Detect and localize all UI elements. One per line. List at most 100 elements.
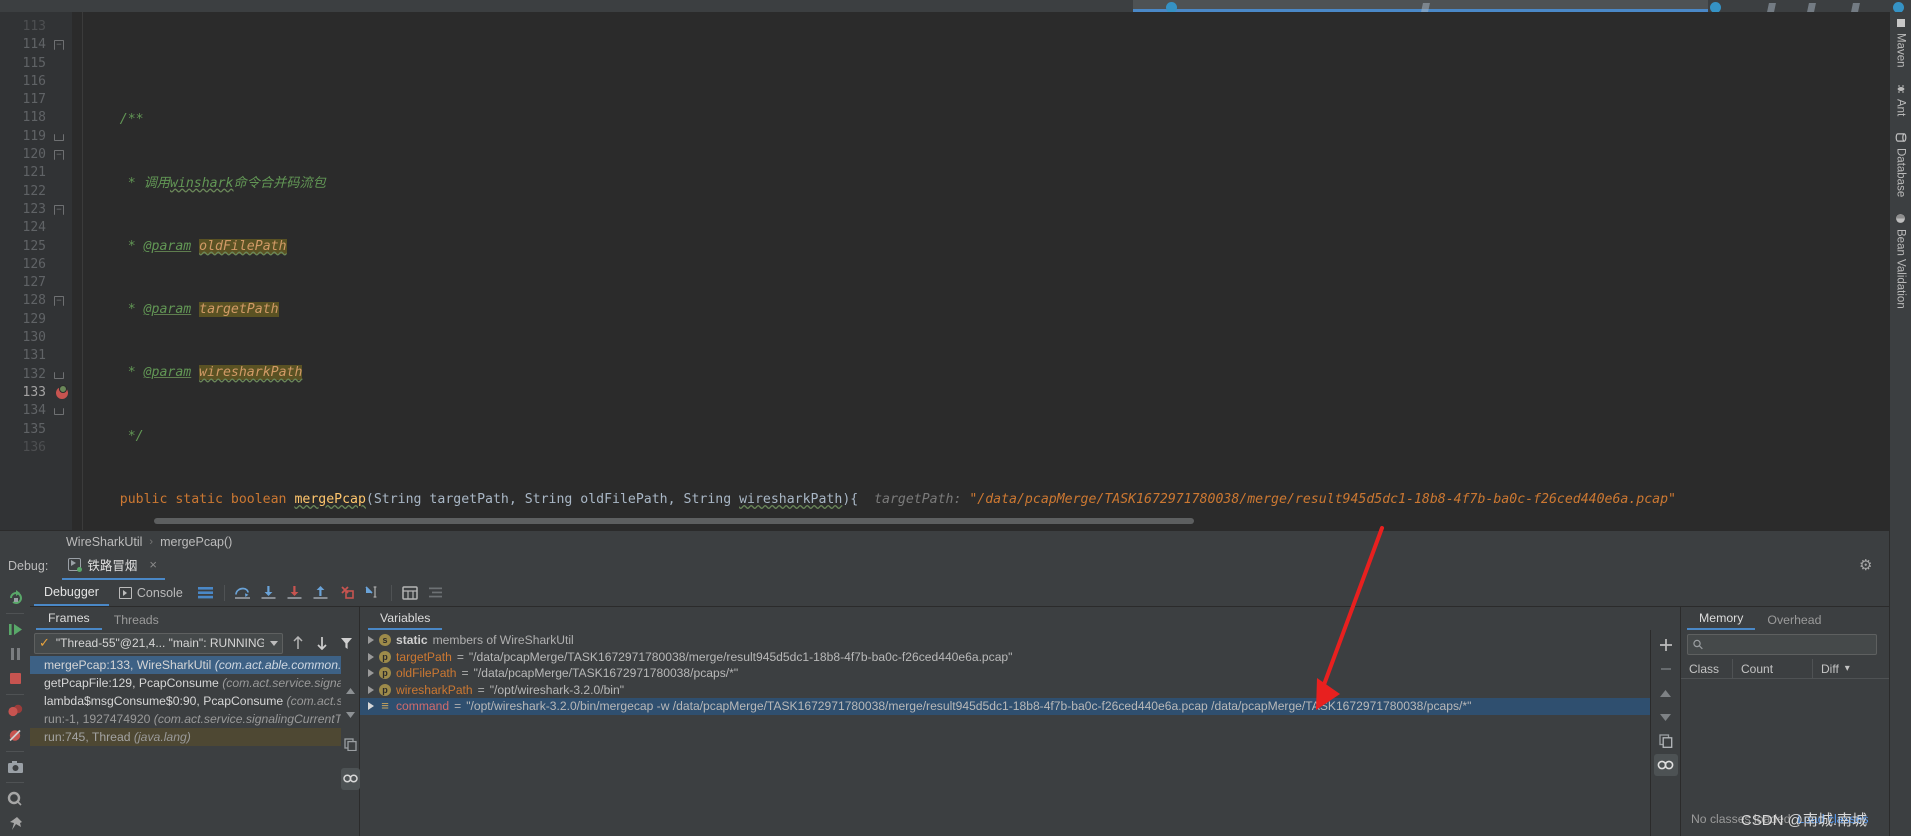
tab-memory[interactable]: Memory [1687, 609, 1756, 630]
frame-row[interactable]: lambda$msgConsume$0:90, PcapConsume (com… [30, 692, 341, 710]
debugger-toolbar[interactable]: Debugger Console [30, 579, 1911, 607]
fold-marker-icon[interactable]: − [54, 40, 64, 51]
breadcrumb-method[interactable]: mergePcap() [160, 535, 232, 549]
expand-triangle-icon[interactable] [368, 636, 374, 645]
expand-triangle-icon[interactable] [368, 669, 374, 678]
fold-marker-icon[interactable] [54, 371, 64, 379]
settings-icon[interactable] [0, 786, 30, 811]
watches-icon[interactable] [1653, 754, 1678, 776]
line-number: 114− [0, 36, 72, 54]
view-breakpoints-icon[interactable] [0, 698, 30, 723]
rerun-icon[interactable] [0, 585, 30, 610]
drop-frame-icon[interactable] [334, 580, 360, 606]
run-to-cursor-icon[interactable] [360, 580, 386, 606]
code-line: /** [88, 112, 144, 128]
code-content[interactable]: /** * 调用winshark命令合并码流包 * @param oldFile… [72, 12, 1911, 530]
memory-pane: Memory Overhead Class Count Diff ▾ No cl… [1680, 607, 1911, 836]
tab-overhead[interactable]: Overhead [1755, 611, 1833, 630]
scroll-down-icon[interactable] [345, 706, 356, 724]
toolwindow-bean-validation[interactable]: Bean Validation [1895, 211, 1907, 311]
tab-variables[interactable]: Variables [368, 609, 443, 630]
param-badge-icon: p [379, 683, 391, 696]
breadcrumb-class[interactable]: WireSharkUtil [66, 535, 142, 549]
chevron-down-icon[interactable] [270, 640, 278, 646]
step-into-icon[interactable] [256, 580, 282, 606]
line-number: 135 [22, 421, 46, 437]
memory-table-header[interactable]: Class Count Diff ▾ [1681, 659, 1911, 679]
variable-row[interactable]: s static members of WireSharkUtil [360, 632, 1650, 649]
expand-triangle-icon[interactable] [368, 702, 374, 711]
filter-icon[interactable] [337, 633, 355, 653]
frame-row[interactable]: mergePcap:133, WireSharkUtil (com.act.ab… [30, 656, 341, 674]
code-editor[interactable]: 113 114− 115 116 117 118 119 120− 121 12… [0, 12, 1911, 530]
remove-icon[interactable] [1654, 658, 1678, 680]
variable-row[interactable]: p targetPath = "/data/pcapMerge/TASK1672… [360, 649, 1650, 666]
column-class[interactable]: Class [1681, 659, 1733, 678]
tab-console[interactable]: Console [109, 581, 193, 605]
copy-stack-icon[interactable] [343, 738, 357, 756]
frame-row[interactable]: getPcapFile:129, PcapConsume (com.act.se… [30, 674, 341, 692]
toolwindow-database[interactable]: Database [1895, 130, 1907, 199]
watches-toggle-icon[interactable] [340, 768, 360, 790]
evaluate-expression-icon[interactable] [397, 580, 423, 606]
pause-program-icon[interactable] [0, 642, 30, 667]
move-down-icon[interactable] [1654, 706, 1678, 728]
toolwindow-maven[interactable]: Maven [1895, 16, 1907, 70]
column-count[interactable]: Count [1733, 659, 1813, 678]
breadcrumb[interactable]: WireSharkUtil › mergePcap() [0, 530, 1911, 552]
fold-marker-icon[interactable] [54, 408, 64, 416]
step-over-icon[interactable] [230, 580, 256, 606]
fold-marker-icon[interactable]: − [54, 204, 64, 215]
breakpoint-icon[interactable] [56, 384, 68, 399]
gear-icon[interactable] [1859, 559, 1873, 573]
pin-icon[interactable] [0, 811, 30, 836]
editor-tab-strip[interactable] [0, 0, 1911, 12]
variable-name: oldFilePath [396, 666, 457, 680]
screenshot-icon[interactable] [0, 755, 30, 780]
thread-selector-bar: ✓ "Thread-55"@21,4... "main": RUNNING [30, 630, 359, 656]
variable-row[interactable]: p oldFilePath = "/data/pcapMerge/TASK167… [360, 665, 1650, 682]
right-toolwindow-bar[interactable]: Maven Ant Database Bean Validation [1889, 12, 1911, 836]
fold-marker-icon[interactable]: − [54, 296, 64, 307]
force-step-into-icon[interactable] [282, 580, 308, 606]
arrow-up-icon[interactable] [289, 633, 307, 653]
fold-marker-icon[interactable] [54, 133, 64, 141]
toolwindow-ant[interactable]: Ant [1895, 82, 1907, 118]
frames-list[interactable]: mergePcap:133, WireSharkUtil (com.act.ab… [30, 656, 341, 836]
expand-triangle-icon[interactable] [368, 685, 374, 694]
expand-triangle-icon[interactable] [368, 652, 374, 661]
mute-breakpoints-icon[interactable] [0, 723, 30, 748]
frame-method: run:-1, 1927474920 [44, 712, 151, 726]
move-up-icon[interactable] [1654, 682, 1678, 704]
copy-icon[interactable] [1654, 730, 1678, 752]
memory-search-field[interactable] [1687, 634, 1877, 655]
frame-row[interactable]: run:-1, 1927474920 (com.act.service.sign… [30, 710, 341, 728]
step-out-icon[interactable] [308, 580, 334, 606]
memory-pane-tabs[interactable]: Memory Overhead [1681, 607, 1911, 630]
scroll-up-icon[interactable] [345, 682, 356, 700]
settings-list-icon[interactable] [423, 580, 449, 606]
variables-list[interactable]: s static members of WireSharkUtil p targ… [360, 630, 1650, 836]
frames-scroll-rail[interactable] [340, 656, 360, 836]
tab-debugger[interactable]: Debugger [34, 580, 109, 606]
line-number: 121 [22, 165, 46, 181]
editor-horizontal-scrollbar[interactable] [154, 518, 1194, 524]
layout-icon[interactable] [193, 580, 219, 606]
frames-pane-tabs[interactable]: Frames Threads [30, 607, 359, 630]
variable-row-selected[interactable]: ≡ command = "/opt/wireshark-3.2.0/bin/me… [360, 698, 1650, 715]
thread-selector[interactable]: ✓ "Thread-55"@21,4... "main": RUNNING [34, 632, 283, 654]
memory-search-input[interactable] [1708, 637, 1871, 652]
close-icon[interactable]: × [149, 557, 157, 572]
debug-session-tab[interactable]: 铁路冒烟 × [62, 552, 165, 580]
variable-row[interactable]: p wiresharkPath = "/opt/wireshark-3.2.0/… [360, 682, 1650, 699]
column-diff-label: Diff [1821, 661, 1839, 676]
tab-frames[interactable]: Frames [36, 609, 102, 630]
tab-threads[interactable]: Threads [102, 611, 171, 630]
frame-row[interactable]: run:745, Thread (java.lang) [30, 728, 341, 746]
arrow-down-icon[interactable] [313, 633, 331, 653]
resume-program-icon[interactable] [0, 617, 30, 642]
stop-icon[interactable] [0, 666, 30, 691]
fold-marker-icon[interactable]: − [54, 150, 64, 161]
editor-gutter[interactable]: 113 114− 115 116 117 118 119 120− 121 12… [0, 12, 72, 530]
add-icon[interactable] [1654, 634, 1678, 656]
